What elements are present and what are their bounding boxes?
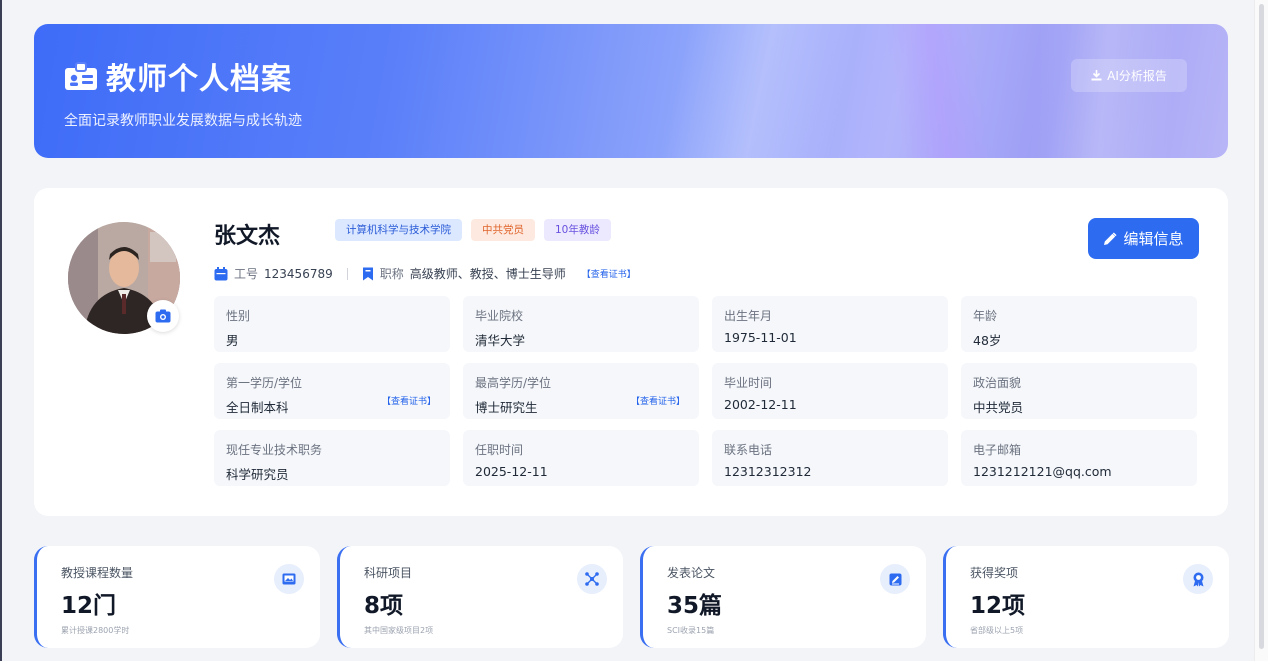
download-icon: [1091, 70, 1102, 81]
ai-report-label: AI分析报告: [1107, 69, 1167, 83]
info-label: 年龄: [973, 309, 998, 323]
page-subtitle: 全面记录教师职业发展数据与成长轨迹: [64, 113, 302, 129]
info-school: 毕业院校 清华大学: [463, 296, 699, 352]
department-tag: 计算机科学与技术学院: [335, 219, 462, 241]
calendar-icon: [214, 266, 228, 280]
page-title: 教师个人档案: [64, 54, 292, 98]
info-first-degree: 第一学历/学位 全日制本科 【查看证书】: [214, 363, 450, 419]
edit-info-label: 编辑信息: [1123, 230, 1184, 248]
info-value: 科学研究员: [226, 467, 289, 482]
employee-id-label: 工号: [234, 267, 259, 281]
info-phone: 联系电话 12312312312: [712, 430, 948, 486]
divider: [346, 267, 348, 280]
employee-id-value: 123456789: [264, 266, 333, 281]
molecule-icon: [577, 564, 607, 594]
id-card-icon: [65, 62, 97, 90]
window-edge: [0, 0, 2, 661]
info-age: 年龄 48岁: [961, 296, 1197, 352]
info-current-position: 现任专业技术职务 科学研究员: [214, 430, 450, 486]
bookmark-icon: [362, 267, 373, 280]
camera-icon: [155, 309, 171, 323]
view-first-degree-cert-link[interactable]: 【查看证书】: [382, 394, 436, 407]
teacher-name: 张文杰: [214, 224, 281, 249]
header-banner: 教师个人档案 全面记录教师职业发展数据与成长轨迹 AI分析报告: [34, 24, 1228, 158]
title-value: 高级教师、教授、博士生导师: [409, 267, 566, 281]
edit-info-button[interactable]: 编辑信息: [1088, 218, 1199, 259]
scrollbar-thumb[interactable]: [1259, 4, 1264, 649]
stat-desc: SCI收录15篇: [667, 626, 715, 635]
stat-card-papers[interactable]: 发表论文 35篇 SCI收录15篇: [640, 546, 926, 648]
stat-card-courses[interactable]: 教授课程数量 12门 累计授课2800学时: [34, 546, 320, 648]
info-value: 48岁: [973, 333, 1002, 348]
pencil-icon: [1104, 231, 1118, 245]
info-highest-degree: 最高学历/学位 博士研究生 【查看证书】: [463, 363, 699, 419]
info-label: 毕业院校: [475, 309, 524, 323]
info-birth: 出生年月 1975-11-01: [712, 296, 948, 352]
info-value: 清华大学: [475, 333, 526, 348]
info-label: 联系电话: [724, 443, 773, 457]
info-value: 男: [226, 333, 239, 348]
meta-row: 工号 123456789 职称 高级教师、教授、博士生导师 【查看证书】: [214, 265, 636, 282]
info-value: 1975-11-01: [724, 330, 797, 345]
info-label: 毕业时间: [724, 376, 773, 390]
info-label: 现任专业技术职务: [226, 443, 323, 457]
info-value: 中共党员: [973, 400, 1024, 415]
title-label: 职称: [379, 267, 404, 281]
info-value: 1231212121@qq.com: [973, 464, 1112, 479]
info-label: 出生年月: [724, 309, 773, 323]
info-political-status: 政治面貌 中共党员: [961, 363, 1197, 419]
scrollbar[interactable]: [1254, 0, 1268, 661]
info-value: 2002-12-11: [724, 397, 797, 412]
award-icon: [1183, 564, 1213, 594]
info-label: 电子邮箱: [973, 443, 1022, 457]
info-gender: 性别 男: [214, 296, 450, 352]
info-graduation-date: 毕业时间 2002-12-11: [712, 363, 948, 419]
stat-desc: 其中国家级项目2项: [364, 626, 434, 635]
stat-desc: 累计授课2800学时: [61, 626, 130, 635]
change-avatar-button[interactable]: [147, 300, 179, 332]
info-label: 性别: [226, 309, 251, 323]
view-highest-degree-cert-link[interactable]: 【查看证书】: [631, 394, 685, 407]
info-value: 12312312312: [724, 464, 812, 479]
stat-card-projects[interactable]: 科研项目 8项 其中国家级项目2项: [337, 546, 623, 648]
profile-card: 张文杰 计算机科学与技术学院 中共党员 10年教龄 编辑信息 工号 123456…: [34, 188, 1228, 516]
info-appointment-date: 任职时间 2025-12-11: [463, 430, 699, 486]
teaching-years-tag: 10年教龄: [544, 219, 611, 241]
info-label: 第一学历/学位: [226, 376, 303, 390]
view-title-cert-link[interactable]: 【查看证书】: [582, 267, 636, 280]
info-label: 任职时间: [475, 443, 524, 457]
party-tag: 中共党员: [471, 219, 535, 241]
info-label: 政治面貌: [973, 376, 1022, 390]
stat-card-awards[interactable]: 获得奖项 12项 省部级以上5项: [943, 546, 1229, 648]
edit-doc-icon: [880, 564, 910, 594]
info-value: 2025-12-11: [475, 464, 548, 479]
ai-report-button[interactable]: AI分析报告: [1071, 59, 1187, 92]
image-icon: [274, 564, 304, 594]
info-email: 电子邮箱 1231212121@qq.com: [961, 430, 1197, 486]
info-label: 最高学历/学位: [475, 376, 552, 390]
stat-desc: 省部级以上5项: [970, 626, 1024, 635]
page-title-text: 教师个人档案: [106, 62, 292, 97]
